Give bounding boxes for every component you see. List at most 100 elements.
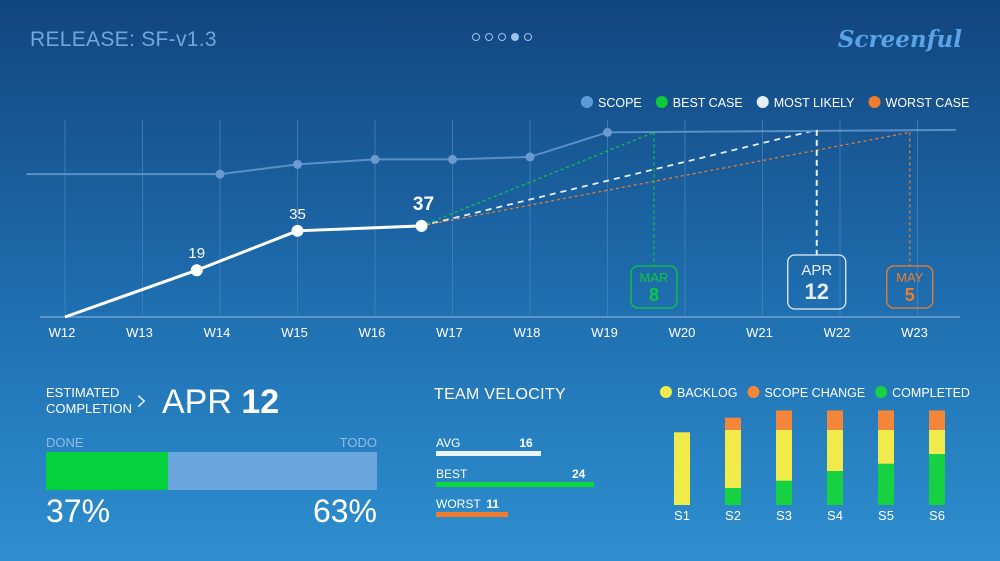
legend-label: SCOPE (598, 96, 642, 110)
stack-segment-backlog (725, 429, 741, 489)
todo-percent-sign: % (348, 493, 377, 529)
velocity-best-bar (436, 482, 594, 487)
completed-series: 19 35 37 (64, 194, 434, 319)
progress-bar (46, 452, 377, 490)
estimated-label-line2: COMPLETION (46, 401, 132, 416)
legend-item-most-likely: MOST LIKELY (756, 96, 855, 110)
done-percent-sign: % (81, 493, 111, 529)
legend-swatch (581, 96, 593, 108)
forecast-lines (421, 128, 910, 227)
stack-segment-backlog (827, 429, 843, 472)
stack-legend-swatch (660, 386, 672, 398)
todo-percent: 63% (311, 493, 377, 530)
velocity-worst-label: WORST (436, 497, 481, 511)
stack-legend-item-scope-change: SCOPE CHANGE (747, 386, 865, 400)
stack-x-tick: S3 (776, 508, 792, 523)
velocity-avg-value: 16 (519, 436, 533, 450)
legend-swatch (756, 96, 769, 108)
completed-point-label: 35 (289, 206, 306, 223)
stack-legend-swatch (875, 386, 888, 398)
x-tick-label: W18 (514, 325, 541, 340)
stack-segment-completed (776, 480, 792, 505)
legend-label: BEST CASE (673, 96, 743, 110)
x-tick-label: W16 (359, 325, 386, 340)
legend-label: MOST LIKELY (774, 96, 855, 110)
forecast-marker-most-likely: APR12 (787, 129, 847, 310)
legend-swatch (655, 96, 668, 108)
stack-segment-completed (725, 488, 741, 505)
stacked-legend: BACKLOG SCOPE CHANGE COMPLETED (660, 386, 970, 400)
screenful-logo: Screenful (837, 26, 962, 53)
done-label: DONE (46, 435, 84, 450)
velocity-best-label: BEST (436, 467, 468, 481)
stack-legend-label: BACKLOG (677, 386, 737, 400)
stack-segment-scope-change (878, 410, 894, 430)
chevron-right-icon: › (136, 383, 148, 418)
sprint-stacked-chart: BACKLOG SCOPE CHANGE COMPLETED S1 S2 S3 S4 S5 S… (660, 386, 970, 523)
burnup-chart: SCOPE BEST CASE MOST LIKELY WORST CASE 19 35… (26, 96, 969, 340)
x-tick-label: W15 (281, 325, 308, 340)
completed-point (190, 264, 203, 277)
estimated-label-line1: ESTIMATED (46, 385, 120, 400)
done-percent: 37% (46, 493, 110, 530)
velocity-avg-bar (436, 451, 542, 456)
completed-line (64, 224, 422, 319)
page-dot-5[interactable] (524, 33, 532, 41)
stack-x-tick: S1 (674, 508, 690, 523)
marker-month: MAY (896, 270, 924, 285)
progress-done-fill (46, 452, 169, 490)
x-tick-label: W21 (746, 325, 773, 340)
stack-segment-backlog (929, 429, 945, 455)
done-percent-value: 37 (46, 493, 82, 529)
stack-legend-label: COMPLETED (892, 386, 970, 400)
x-tick-label: W19 (591, 325, 618, 340)
stacked-x-ticks: S1 S2 S3 S4 S5 S6 (674, 508, 945, 523)
completed-point-label: 37 (413, 194, 434, 215)
stack-segment-scope-change (725, 417, 741, 430)
estimated-month: APR (162, 383, 232, 421)
stack-segment-backlog (878, 429, 894, 464)
velocity-row-best: BEST 24 (436, 467, 596, 497)
x-tick-label: W13 (126, 325, 153, 340)
legend-item-best-case: BEST CASE (655, 96, 743, 110)
estimated-day: 12 (241, 383, 280, 421)
page-dot-4[interactable] (511, 33, 519, 41)
stack-segment-scope-change (776, 410, 792, 430)
x-tick-label: W20 (669, 325, 696, 340)
velocity-row-avg: AVG 16 (436, 436, 596, 466)
completed-point (415, 219, 428, 232)
marker-day: 12 (805, 279, 829, 304)
scope-point (525, 152, 535, 162)
estimated-completion-label: ESTIMATED COMPLETION (46, 385, 132, 417)
x-tick-label: W17 (436, 325, 463, 340)
stack-legend-swatch (747, 386, 760, 398)
stack-segment-backlog (776, 429, 792, 481)
x-tick-label: W23 (901, 325, 928, 340)
stack-x-tick: S4 (827, 508, 843, 523)
scope-point (215, 169, 225, 179)
stack-segment-completed (878, 463, 894, 505)
scope-point (370, 154, 380, 164)
velocity-row-worst: WORST 11 (436, 497, 596, 527)
stack-segment-scope-change (827, 410, 843, 430)
chart-legend: SCOPE BEST CASE MOST LIKELY WORST CASE (581, 96, 969, 110)
x-tick-label: W22 (824, 325, 851, 340)
velocity-avg-label: AVG (436, 436, 461, 450)
x-axis-ticks: W12 W13 W14 W15 W16 W17 W18 W19 W20 W21 W22 W23 (49, 325, 928, 340)
stack-x-tick: S5 (878, 508, 894, 523)
legend-item-worst-case: WORST CASE (868, 96, 969, 110)
stack-segment-completed (827, 471, 843, 505)
team-velocity-title: TEAM VELOCITY (434, 386, 566, 403)
page-indicator[interactable] (472, 33, 532, 41)
page-dot-1[interactable] (472, 33, 480, 41)
projection-best-case (421, 131, 655, 227)
legend-item-scope: SCOPE (581, 96, 642, 110)
page-dot-3[interactable] (498, 33, 506, 41)
velocity-best-value: 24 (572, 467, 586, 481)
stack-legend-item-completed: COMPLETED (875, 386, 970, 400)
stack-x-tick: S2 (725, 508, 741, 523)
scope-point (603, 127, 612, 137)
page-dot-2[interactable] (485, 33, 493, 41)
forecast-marker-worst-case: MAY5 (886, 132, 934, 309)
marker-day: 8 (649, 285, 659, 305)
